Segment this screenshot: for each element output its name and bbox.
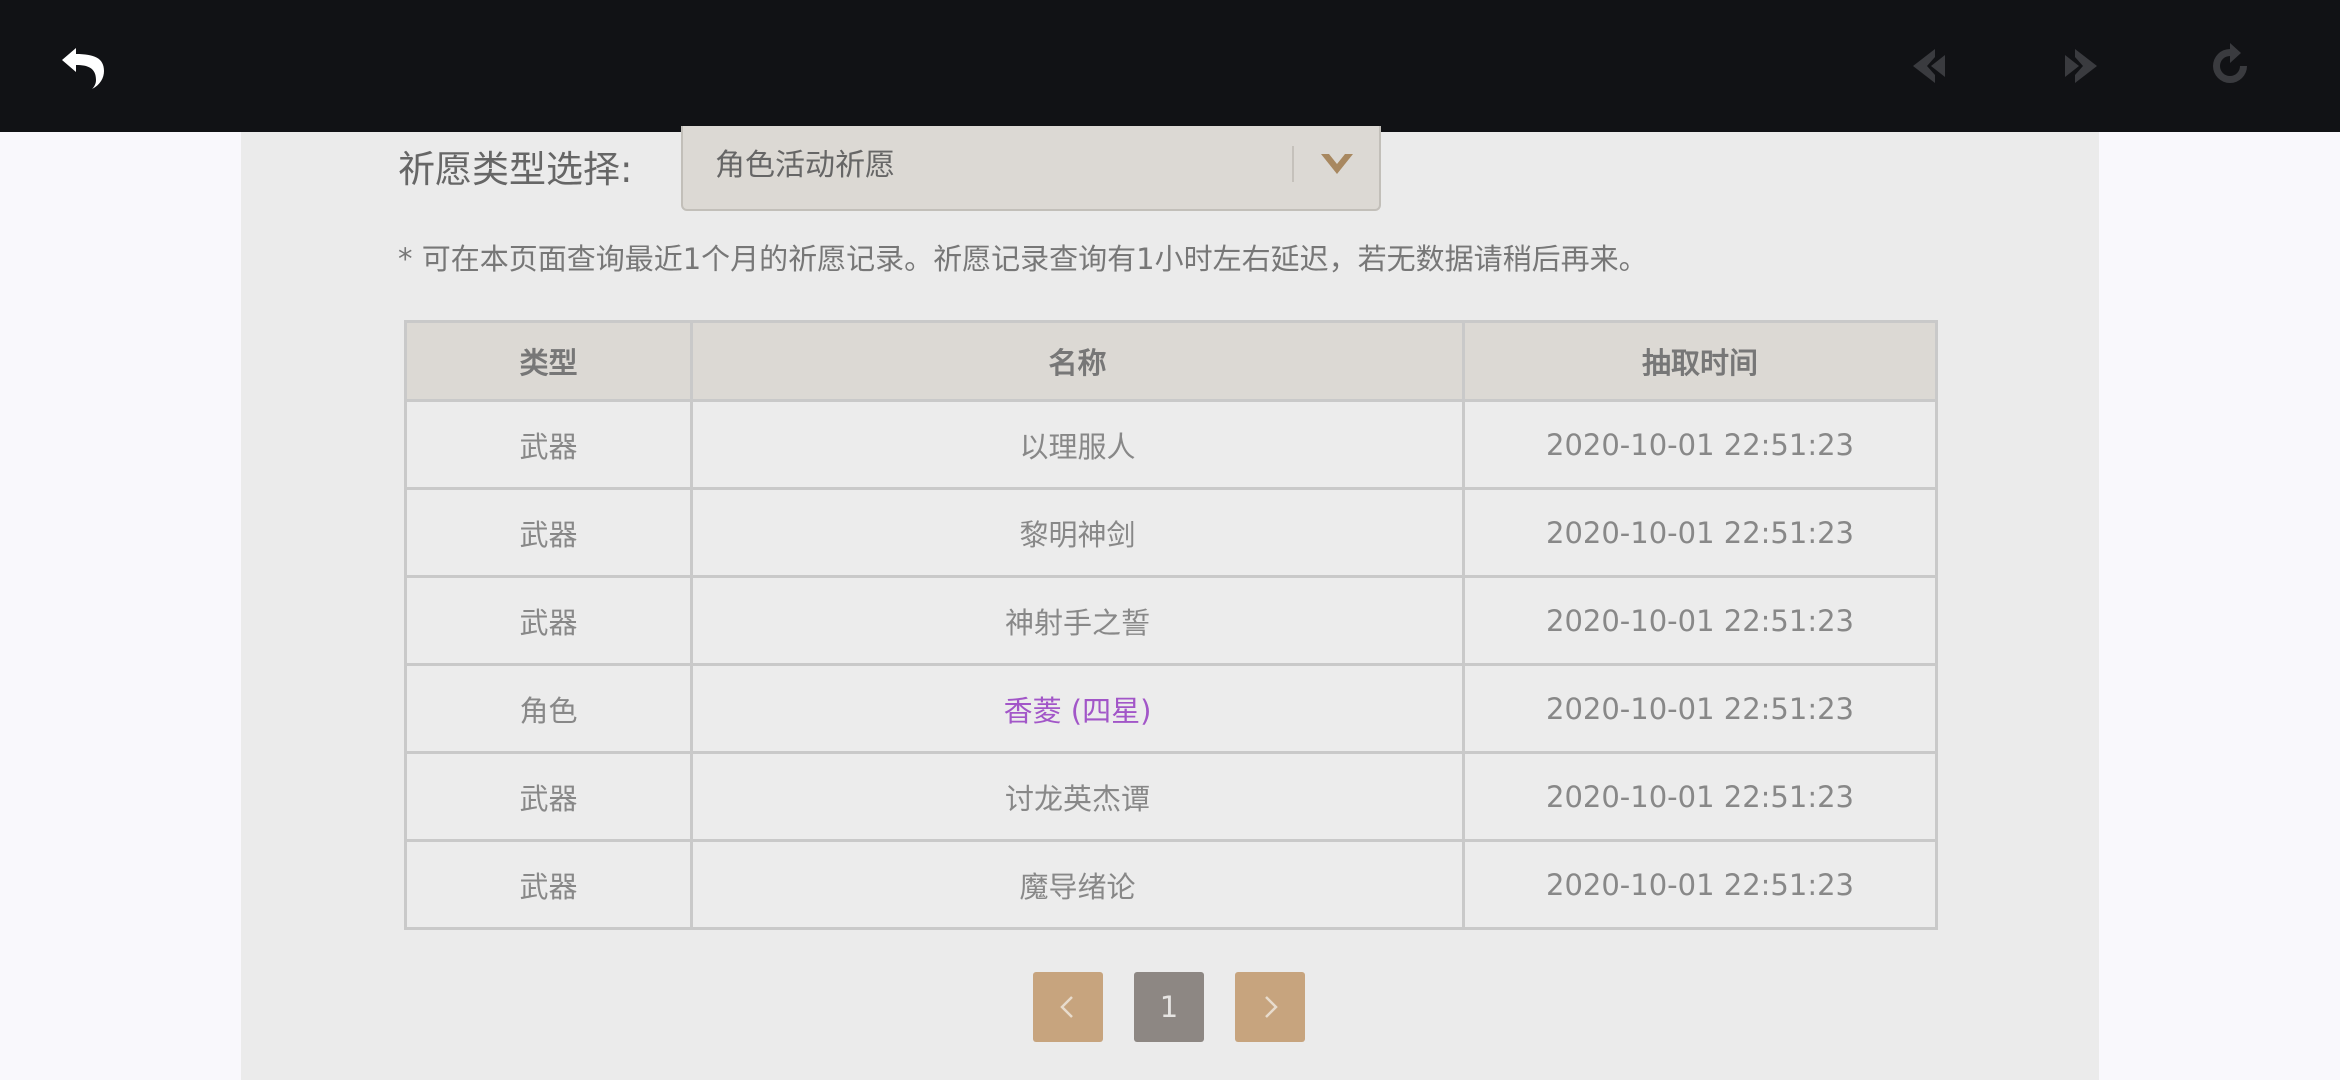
history-notice: * 可在本页面查询最近1个月的祈愿记录。祈愿记录查询有1小时左右延迟，若无数据请…: [398, 242, 1648, 276]
table-header-row: 类型 名称 抽取时间: [404, 320, 1938, 402]
row-time: 2020-10-01 22:51:23: [1462, 663, 1938, 754]
row-time: 2020-10-01 22:51:23: [1462, 751, 1938, 842]
wish-type-select[interactable]: 角色活动祈愿: [681, 126, 1381, 211]
table-row: 武器 黎明神剑 2020-10-01 22:51:23: [404, 487, 1938, 578]
wish-records-table: 类型 名称 抽取时间 武器 以理服人 2020-10-01 22:51:23 武…: [404, 320, 1938, 930]
row-name-highlighted: 香菱 (四星): [690, 663, 1465, 754]
row-type: 武器: [404, 399, 693, 490]
back-arrow-icon: [62, 48, 104, 89]
row-name: 讨龙英杰谭: [690, 751, 1465, 842]
back-button[interactable]: [54, 36, 114, 96]
nav-forward-icon: [2065, 49, 2097, 83]
wish-type-label: 祈愿类型选择:: [398, 148, 633, 191]
page-back-button[interactable]: [1900, 36, 1960, 96]
table-row: 武器 以理服人 2020-10-01 22:51:23: [404, 399, 1938, 490]
table-row: 武器 魔导绪论 2020-10-01 22:51:23: [404, 839, 1938, 930]
refresh-icon: [2213, 43, 2247, 83]
row-type: 武器: [404, 751, 693, 842]
table-row: 武器 神射手之誓 2020-10-01 22:51:23: [404, 575, 1938, 666]
row-name: 魔导绪论: [690, 839, 1465, 930]
column-header-name: 名称: [690, 320, 1465, 402]
row-time: 2020-10-01 22:51:23: [1462, 487, 1938, 578]
wish-history-panel: 祈愿类型选择: 角色活动祈愿 * 可在本页面查询最近1个月的祈愿记录。祈愿记录查…: [241, 126, 2099, 1080]
row-time: 2020-10-01 22:51:23: [1462, 839, 1938, 930]
row-type: 武器: [404, 575, 693, 666]
refresh-button[interactable]: [2200, 36, 2260, 96]
prev-page-button[interactable]: [1033, 972, 1103, 1042]
row-type: 武器: [404, 839, 693, 930]
row-type: 武器: [404, 487, 693, 578]
table-row: 角色 香菱 (四星) 2020-10-01 22:51:23: [404, 663, 1938, 754]
chevron-right-icon: [1265, 996, 1278, 1018]
chevron-down-icon: [1321, 154, 1353, 174]
column-header-time: 抽取时间: [1462, 320, 1938, 402]
row-name: 以理服人: [690, 399, 1465, 490]
row-time: 2020-10-01 22:51:23: [1462, 575, 1938, 666]
column-header-type: 类型: [404, 320, 693, 402]
nav-back-icon: [1913, 49, 1945, 83]
page-forward-button[interactable]: [2050, 36, 2110, 96]
row-time: 2020-10-01 22:51:23: [1462, 399, 1938, 490]
top-bar: [0, 0, 2340, 132]
row-name: 黎明神剑: [690, 487, 1465, 578]
wish-type-selected-value: 角色活动祈愿: [715, 148, 895, 183]
chevron-left-icon: [1060, 996, 1073, 1018]
next-page-button[interactable]: [1235, 972, 1305, 1042]
page-number-current[interactable]: 1: [1134, 972, 1204, 1042]
table-row: 武器 讨龙英杰谭 2020-10-01 22:51:23: [404, 751, 1938, 842]
row-type: 角色: [404, 663, 693, 754]
select-divider: [1292, 146, 1294, 182]
row-name: 神射手之誓: [690, 575, 1465, 666]
